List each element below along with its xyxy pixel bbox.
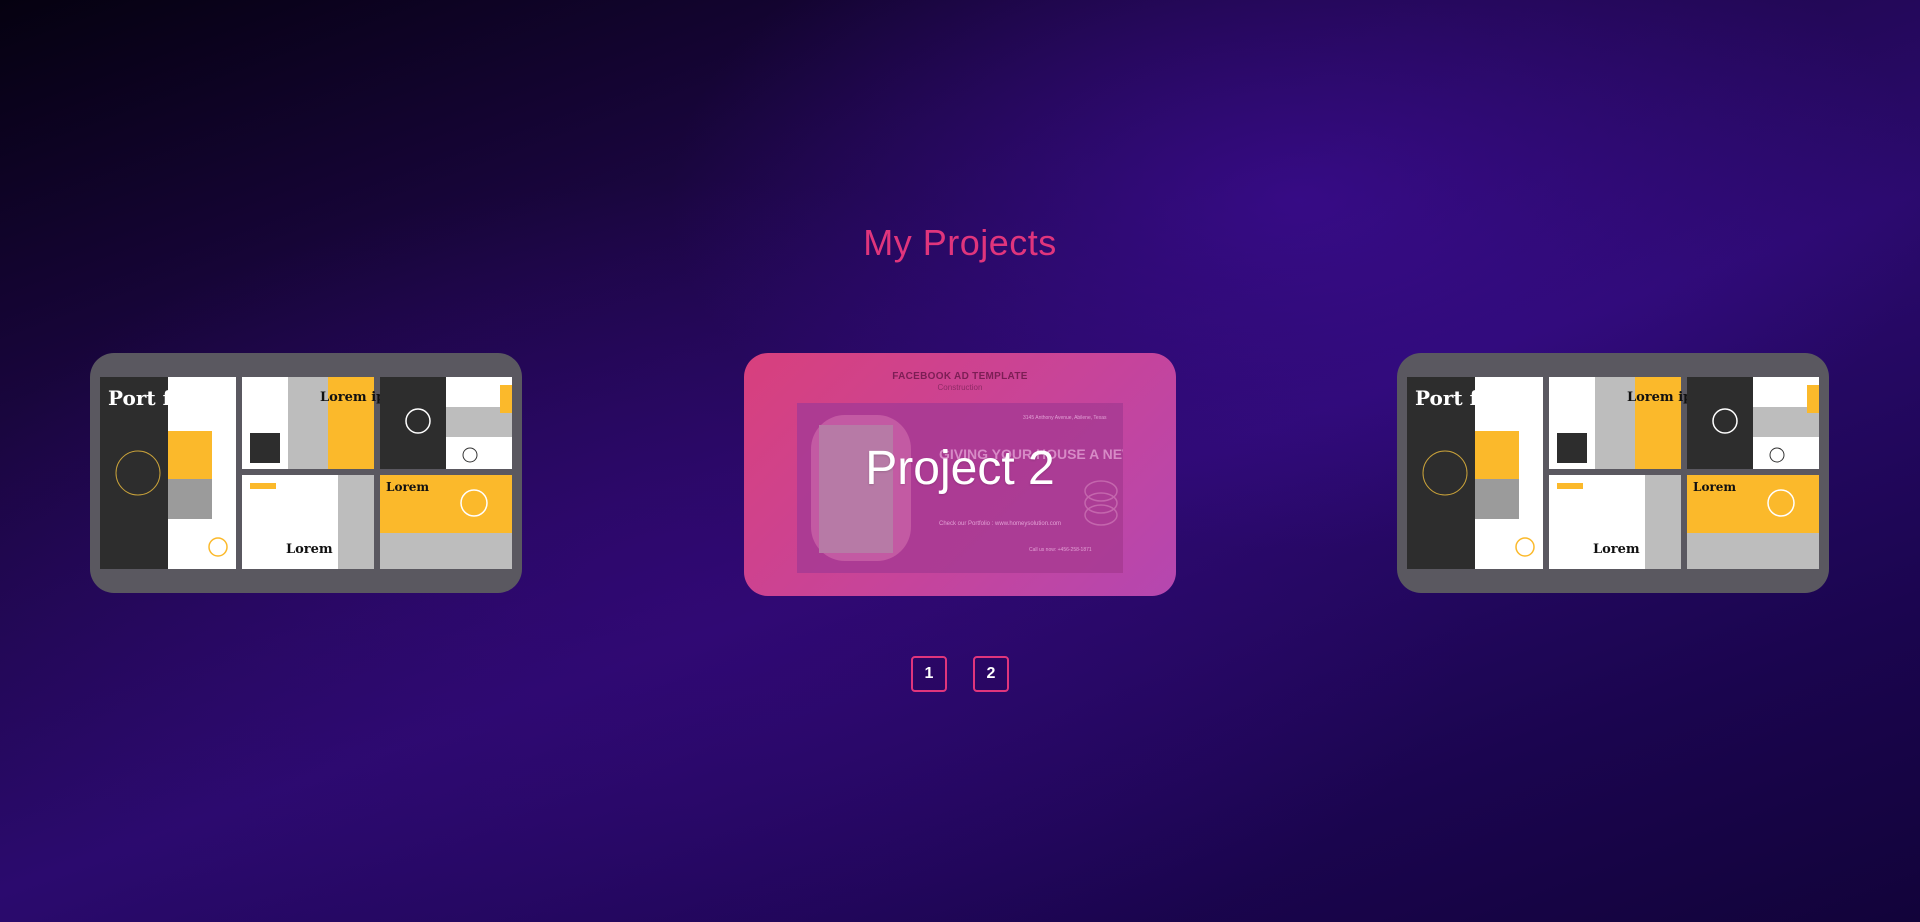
project-card-center[interactable]: FACEBOOK AD TEMPLATE Construction GIVING…	[744, 353, 1176, 596]
svg-text:Lorem: Lorem	[1693, 480, 1736, 494]
thumb-phone: Call us now: +456-258-1871	[1029, 547, 1092, 553]
project-card-left[interactable]: Port folio Lorem ipsum Lorem Lorem	[90, 353, 522, 593]
thumb-website: Check our Portfolio : www.homeysolution.…	[939, 521, 1061, 527]
thumb-cover-text: Port folio	[108, 386, 213, 410]
svg-text:Lorem: Lorem	[1593, 542, 1640, 557]
pagination: 1 2	[0, 656, 1920, 692]
svg-text:Lorem: Lorem	[286, 542, 333, 557]
page-button-2[interactable]: 2	[973, 656, 1009, 692]
thumb-cover-text: Port folio	[1415, 386, 1520, 410]
page-button-1[interactable]: 1	[911, 656, 947, 692]
project-card-right[interactable]: Port folio Lorem ipsum Lorem Lorem	[1397, 353, 1829, 593]
svg-text:Lorem: Lorem	[386, 480, 429, 494]
project-thumbnail: Port folio Lorem ipsum Lorem Lorem	[100, 377, 512, 569]
thumb-ad-title: FACEBOOK AD TEMPLATE	[892, 371, 1028, 382]
project-thumbnail: Port folio Lorem ipsum Lorem Lorem	[1407, 377, 1819, 569]
section-title: My Projects	[863, 222, 1057, 263]
thumb-ad-subtitle: Construction	[937, 383, 983, 392]
project-title: Project 2	[865, 442, 1055, 495]
thumb-address: 3145 Anthony Avenue, Abilene, Texas	[1023, 415, 1107, 421]
